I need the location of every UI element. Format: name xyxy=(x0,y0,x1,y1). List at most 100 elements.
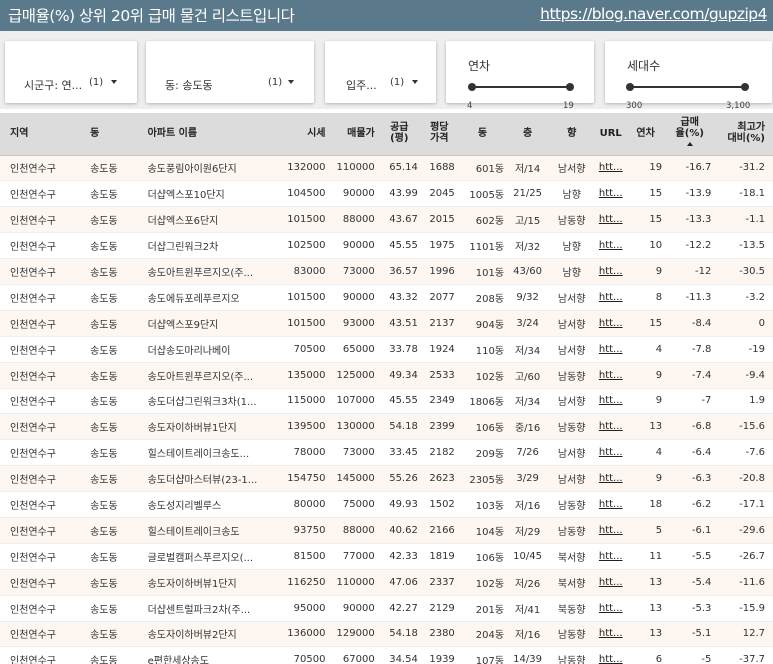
cell-price-per-pyeong: 2015 xyxy=(420,206,458,234)
table-row[interactable]: 인천연수구 송도동 송도풍림아이원6단지 132000 110000 65.14 1688 6… xyxy=(0,155,773,182)
cell-url-link[interactable]: htt... xyxy=(595,595,627,622)
cell-apt-name: 더샵엑스포6단지 xyxy=(139,206,276,234)
cell-discount-rate: -7 xyxy=(665,388,715,415)
sigungu-dropdown[interactable]: 시군구: 연... (1) xyxy=(5,41,137,103)
col-header-supply[interactable]: 공급 (평) xyxy=(377,113,421,156)
households-slider-min-handle[interactable] xyxy=(626,83,634,91)
cell-url-link[interactable]: htt... xyxy=(595,388,627,415)
cell-price: 70500 xyxy=(275,336,329,363)
table-row[interactable]: 인천연수구 송도동 더샵센트럴파크2차(주... 95000 90000 42.27 212… xyxy=(0,595,773,622)
cell-url-link[interactable]: htt... xyxy=(595,569,627,596)
cell-discount-rate: -7.8 xyxy=(665,336,715,363)
cell-year: 13 xyxy=(626,621,666,648)
cell-url-link[interactable]: htt... xyxy=(595,439,627,467)
cell-floor: 저/34 xyxy=(507,336,549,363)
cell-floor: 3/29 xyxy=(507,465,549,493)
cell-apt-name: 송도자이하버뷰2단지 xyxy=(139,621,276,648)
cell-url-link[interactable]: htt... xyxy=(595,517,627,544)
col-header-url[interactable]: URL xyxy=(595,113,627,156)
cell-supply-area: 55.26 xyxy=(377,465,421,493)
cell-url-link[interactable]: htt... xyxy=(595,646,627,664)
table-row[interactable]: 인천연수구 송도동 힐스테이트레이크송도... 78000 73000 33.45 2182… xyxy=(0,439,773,467)
col-header-year[interactable]: 연차 xyxy=(626,113,666,156)
table-row[interactable]: 인천연수구 송도동 더샵그린워크2차 102500 90000 45.55 1975 1101… xyxy=(0,232,773,260)
ipju-dropdown[interactable]: 입주... (1) xyxy=(325,41,436,103)
cell-sale-price: 90000 xyxy=(328,595,378,622)
year-slider-track[interactable] xyxy=(472,86,570,88)
cell-dong: 송도동 xyxy=(82,621,140,648)
col-header-floor[interactable]: 층 xyxy=(507,113,549,156)
col-header-building[interactable]: 동 xyxy=(457,113,508,156)
col-header-apt[interactable]: 아파트 이름 xyxy=(139,113,276,156)
cell-url-link[interactable]: htt... xyxy=(595,310,627,337)
table-row[interactable]: 인천연수구 송도동 송도자이하버뷰1단지 139500 130000 54.18 2399 1… xyxy=(0,413,773,441)
blog-link[interactable]: https://blog.naver.com/gupzip4 xyxy=(540,5,767,23)
cell-price-per-pyeong: 2182 xyxy=(420,439,458,467)
cell-url-link[interactable]: htt... xyxy=(595,206,627,234)
cell-sale-price: 90000 xyxy=(328,180,378,208)
table-row[interactable]: 인천연수구 송도동 글로벌캠퍼스푸르지오(... 81500 77000 42.33 181… xyxy=(0,543,773,570)
cell-peak-diff: -18.1 xyxy=(714,180,773,208)
cell-price: 80000 xyxy=(275,491,329,518)
cell-peak-diff: -17.1 xyxy=(714,491,773,518)
cell-url-link[interactable]: htt... xyxy=(595,621,627,648)
col-header-per[interactable]: 평당 가격 xyxy=(420,113,458,156)
cell-url-link[interactable]: htt... xyxy=(595,543,627,570)
table-row[interactable]: 인천연수구 송도동 송도자이하버뷰1단지 116250 110000 47.06 2337 1… xyxy=(0,569,773,596)
cell-supply-area: 49.34 xyxy=(377,362,421,389)
year-slider-max-handle[interactable] xyxy=(566,83,574,91)
cell-url-link[interactable]: htt... xyxy=(595,362,627,389)
year-slider-min-handle[interactable] xyxy=(468,83,476,91)
cell-dong: 송도동 xyxy=(82,388,140,415)
cell-price: 115000 xyxy=(275,388,329,415)
table-row[interactable]: 인천연수구 송도동 e편한세상송도 70500 67000 34.54 1939 107동 14… xyxy=(0,646,773,664)
households-slider-track[interactable] xyxy=(630,86,745,88)
cell-url-link[interactable]: htt... xyxy=(595,491,627,518)
cell-url-link[interactable]: htt... xyxy=(595,465,627,493)
cell-year: 15 xyxy=(626,310,666,337)
table-row[interactable]: 인천연수구 송도동 송도더샵그린워크3차(1... 115000 107000 45.55… xyxy=(0,388,773,415)
dong-dropdown[interactable]: 동: 송도동 (1) xyxy=(146,41,314,103)
table-row[interactable]: 인천연수구 송도동 송도아트윈푸르지오(주... 83000 73000 36.57 199… xyxy=(0,258,773,285)
col-header-rate[interactable]: 급매 율(%) xyxy=(665,113,715,156)
table-row[interactable]: 인천연수구 송도동 송도에듀포레푸르지오 101500 90000 43.32 2077 20… xyxy=(0,284,773,311)
cell-building: 602동 xyxy=(457,206,508,234)
table-row[interactable]: 인천연수구 송도동 송도자이하버뷰2단지 136000 129000 54.18 2380 2… xyxy=(0,621,773,648)
table-row[interactable]: 인천연수구 송도동 더샵엑스포10단지 104500 90000 43.99 2045 100… xyxy=(0,180,773,208)
table-row[interactable]: 인천연수구 송도동 더샵엑스포9단지 101500 93000 43.51 2137 904동… xyxy=(0,310,773,337)
cell-direction: 남향 xyxy=(548,258,596,285)
cell-url-link[interactable]: htt... xyxy=(595,180,627,208)
cell-price-per-pyeong: 1996 xyxy=(420,258,458,285)
households-slider[interactable]: 세대수 300 3,100 xyxy=(605,41,772,111)
col-header-dong[interactable]: 동 xyxy=(82,113,140,156)
table-row[interactable]: 인천연수구 송도동 더샵송도마리나베이 70500 65000 33.78 1924 110동… xyxy=(0,336,773,363)
col-header-peak[interactable]: 최고가 대비(%) xyxy=(714,113,773,156)
cell-year: 10 xyxy=(626,232,666,260)
col-header-direction[interactable]: 향 xyxy=(548,113,596,156)
table-row[interactable]: 인천연수구 송도동 송도아트윈푸르지오(주... 135000 125000 49.34 2… xyxy=(0,362,773,389)
year-slider[interactable]: 연차 4 19 xyxy=(446,41,594,111)
cell-url-link[interactable]: htt... xyxy=(595,413,627,441)
cell-apt-name: 송도에듀포레푸르지오 xyxy=(139,284,276,311)
cell-url-link[interactable]: htt... xyxy=(595,155,627,182)
col-header-region[interactable]: 지역 xyxy=(0,113,83,156)
cell-url-link[interactable]: htt... xyxy=(595,336,627,363)
cell-url-link[interactable]: htt... xyxy=(595,232,627,260)
cell-discount-rate: -13.3 xyxy=(665,206,715,234)
households-slider-max-handle[interactable] xyxy=(741,83,749,91)
cell-url-link[interactable]: htt... xyxy=(595,284,627,311)
cell-floor: 저/26 xyxy=(507,569,549,596)
table-row[interactable]: 인천연수구 송도동 힐스테이트레이크송도 93750 88000 40.62 2166 104… xyxy=(0,517,773,544)
cell-year: 18 xyxy=(626,491,666,518)
col-header-price[interactable]: 시세 xyxy=(275,113,329,156)
table-row[interactable]: 인천연수구 송도동 송도성지리벨루스 80000 75000 49.93 1502 103동 저… xyxy=(0,491,773,518)
table-row[interactable]: 인천연수구 송도동 송도더샵마스터뷰(23-1... 154750 145000 55.2… xyxy=(0,465,773,493)
cell-discount-rate: -11.3 xyxy=(665,284,715,311)
cell-price: 78000 xyxy=(275,439,329,467)
cell-floor: 7/26 xyxy=(507,439,549,467)
cell-supply-area: 40.62 xyxy=(377,517,421,544)
table-row[interactable]: 인천연수구 송도동 더샵엑스포6단지 101500 88000 43.67 2015 602동… xyxy=(0,206,773,234)
col-header-sale[interactable]: 매물가 xyxy=(328,113,378,156)
cell-price-per-pyeong: 2166 xyxy=(420,517,458,544)
cell-url-link[interactable]: htt... xyxy=(595,258,627,285)
